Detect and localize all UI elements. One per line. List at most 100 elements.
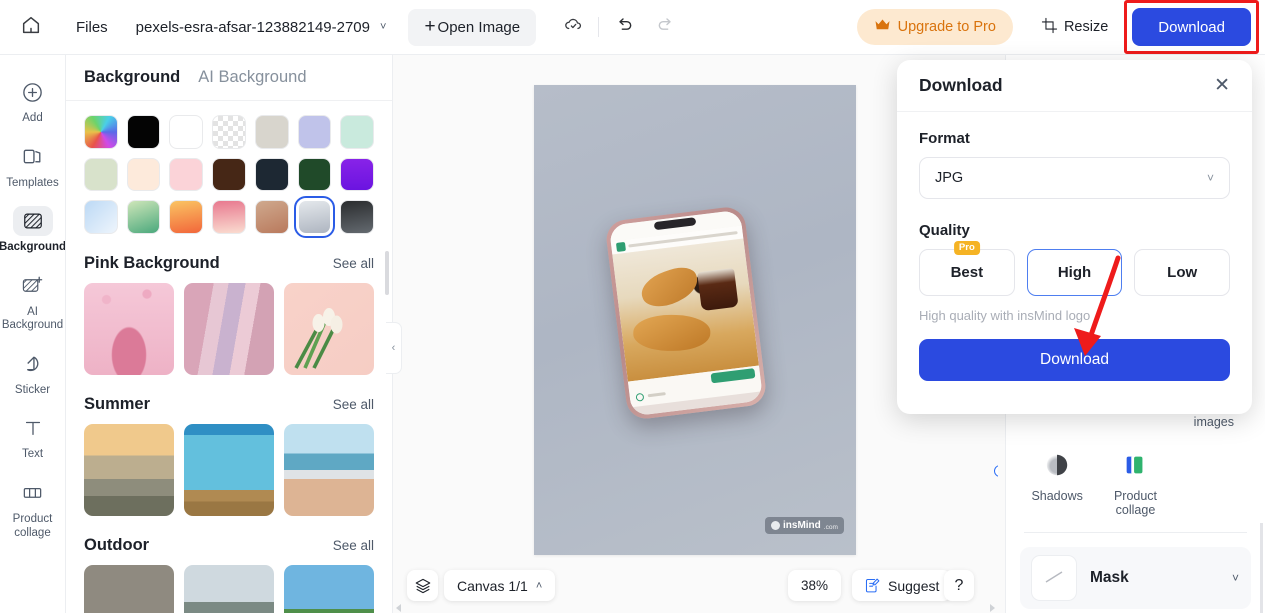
- sidebar-item-background[interactable]: Background: [0, 200, 65, 263]
- mask-section[interactable]: Mask ˅: [1020, 547, 1251, 609]
- phone-photo-croissant-coffee: [612, 238, 759, 382]
- coffee-cup: [697, 268, 739, 311]
- swatch-sage[interactable]: [84, 157, 118, 192]
- swatch-orange-gradient[interactable]: [169, 200, 204, 235]
- quality-label: Quality: [919, 222, 970, 239]
- see-all-pink-background[interactable]: See all: [333, 256, 374, 271]
- help-label: ?: [954, 576, 964, 594]
- canvas-page-selector[interactable]: Canvas 1/1 ˄: [444, 570, 556, 601]
- thumb-sand-sea-sky[interactable]: [284, 424, 374, 517]
- swatch-violet[interactable]: [340, 157, 375, 192]
- tab-background[interactable]: Background: [84, 68, 180, 87]
- swatch-navy[interactable]: [254, 157, 289, 192]
- zoom-level-button[interactable]: 38%: [788, 570, 842, 601]
- scroll-track[interactable]: [403, 605, 988, 608]
- quality-option-low[interactable]: Low: [1134, 249, 1231, 296]
- product-image-layer[interactable]: [604, 205, 771, 421]
- swatch-white[interactable]: [169, 115, 204, 149]
- mask-preview-swatch[interactable]: [1032, 556, 1076, 600]
- cloud-saved-button[interactable]: [556, 10, 590, 44]
- thumb-pink-curtain-window[interactable]: [184, 283, 274, 376]
- sidebar-item-product-collage[interactable]: Product collage: [4, 472, 62, 548]
- swatch-dark-brown[interactable]: [212, 157, 246, 192]
- swatch-forest-green[interactable]: [297, 157, 332, 192]
- swatch-pink-gradient[interactable]: [212, 200, 246, 235]
- open-image-button[interactable]: + Open Image: [408, 8, 537, 46]
- files-menu[interactable]: Files: [62, 19, 122, 36]
- tool-shadows[interactable]: Shadows: [1020, 452, 1094, 504]
- sidebar-item-text[interactable]: Text: [4, 407, 62, 470]
- upgrade-label: Upgrade to Pro: [897, 19, 996, 35]
- thumb-pool-water-deck[interactable]: [184, 424, 274, 517]
- see-all-outdoor[interactable]: See all: [333, 538, 374, 553]
- redo-icon: [656, 15, 676, 40]
- swatch-silver-gradient[interactable]: [293, 196, 336, 239]
- shadows-icon: [1044, 452, 1070, 483]
- cloud-saved-icon: [563, 14, 584, 40]
- sidebar-item-templates[interactable]: Templates: [4, 136, 62, 199]
- thumb-pink-tulips[interactable]: [284, 283, 374, 376]
- swatch-light-blue-gradient[interactable]: [84, 200, 118, 235]
- upgrade-to-pro-button[interactable]: Upgrade to Pro: [856, 9, 1013, 45]
- download-button[interactable]: Download: [1132, 8, 1251, 46]
- swatch-cream[interactable]: [126, 157, 161, 192]
- section-title: Summer: [84, 395, 151, 414]
- thumb-city-street-bokeh[interactable]: [84, 565, 174, 613]
- redo-button[interactable]: [649, 10, 683, 44]
- resize-button[interactable]: Resize: [1027, 9, 1122, 45]
- thumb-forest-sky[interactable]: [284, 565, 374, 613]
- tool-product-collage[interactable]: Product collage: [1098, 452, 1172, 519]
- mask-label: Mask: [1090, 569, 1129, 586]
- filename-dropdown-chevron-down-icon[interactable]: ˅: [380, 21, 386, 33]
- thumb-beach-sunset-stone[interactable]: [84, 424, 174, 517]
- undo-button[interactable]: [607, 10, 641, 44]
- swatch-rainbow-picker[interactable]: [84, 115, 118, 149]
- swatch-periwinkle[interactable]: [297, 115, 332, 149]
- home-button[interactable]: [0, 0, 62, 55]
- suggest-button[interactable]: Suggest: [852, 570, 952, 601]
- sidebar-item-label: Templates: [6, 176, 59, 189]
- tab-ai-background[interactable]: AI Background: [198, 68, 306, 87]
- sidebar-item-ai-background[interactable]: AI Background: [2, 265, 63, 341]
- mask-chevron-down-icon[interactable]: ˅: [1232, 571, 1239, 585]
- see-all-summer[interactable]: See all: [333, 397, 374, 412]
- section-header-outdoor: Outdoor See all: [84, 536, 374, 555]
- artboard[interactable]: insMind .com: [534, 85, 856, 555]
- quality-option-high[interactable]: High: [1026, 249, 1123, 296]
- swatch-mint[interactable]: [340, 115, 375, 149]
- left-tool-rail: Add Templates Background AI Background S…: [0, 55, 66, 613]
- thumb-pink-blossom-podium[interactable]: [84, 283, 174, 376]
- quality-option-label: Best: [950, 264, 984, 281]
- swatch-black[interactable]: [126, 115, 161, 149]
- scroll-left-arrow-icon[interactable]: [396, 604, 401, 612]
- scroll-right-arrow-icon[interactable]: [990, 604, 995, 612]
- phone-notch: [653, 217, 697, 231]
- thumb-cliff-coast[interactable]: [184, 565, 274, 613]
- close-icon[interactable]: ✕: [1214, 76, 1230, 95]
- canvas-horizontal-scrollbar[interactable]: [393, 602, 998, 612]
- plus-icon: +: [424, 15, 436, 37]
- panel-scrollbar[interactable]: [385, 251, 389, 295]
- swatch-green-gradient[interactable]: [126, 200, 161, 235]
- right-panel-scrollbar[interactable]: [1260, 523, 1263, 613]
- swatch-tan-gradient[interactable]: [254, 200, 289, 235]
- layers-button[interactable]: [407, 570, 438, 601]
- collapse-panel-button[interactable]: ‹: [386, 322, 402, 374]
- insmind-logo-icon: [771, 521, 780, 530]
- sidebar-item-add[interactable]: Add: [4, 71, 62, 134]
- quality-option-best[interactable]: Pro Best: [919, 241, 1015, 296]
- product-collage-icon: [1122, 452, 1148, 483]
- swatch-charcoal-gradient[interactable]: [340, 200, 375, 235]
- dialog-download-button[interactable]: Download: [919, 339, 1230, 381]
- format-value: JPG: [935, 170, 964, 186]
- phone-cta-button: [710, 368, 756, 384]
- mask-diagonal-icon: [1045, 571, 1063, 583]
- swatch-blush-pink[interactable]: [169, 157, 204, 192]
- section-divider: [1024, 532, 1247, 533]
- swatch-transparent[interactable]: [212, 115, 246, 149]
- format-select[interactable]: JPG ˅: [919, 157, 1230, 199]
- swatch-warm-grey[interactable]: [254, 115, 289, 149]
- help-button[interactable]: ?: [944, 570, 974, 601]
- panel-body: Pink Background See all Summer See all O…: [66, 101, 392, 613]
- sidebar-item-sticker[interactable]: Sticker: [4, 343, 62, 406]
